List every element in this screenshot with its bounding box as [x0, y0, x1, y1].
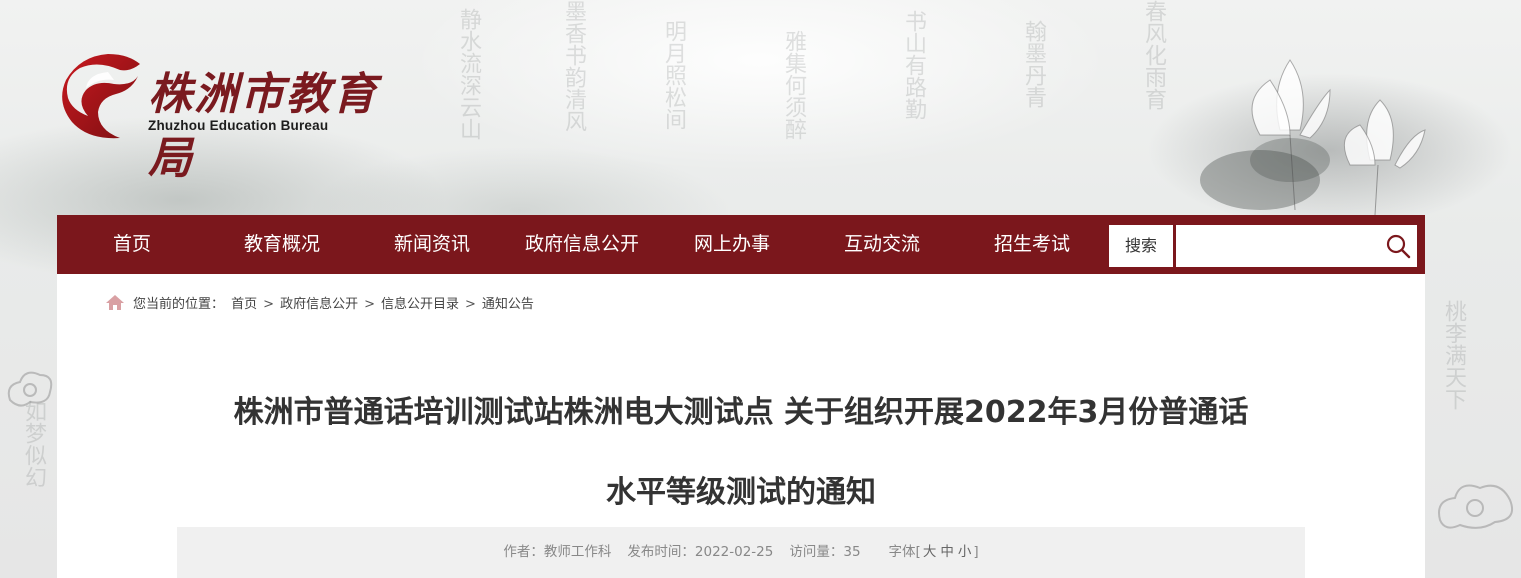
search-label: 搜索 [1109, 225, 1173, 267]
views-label: 访问量： [789, 544, 844, 560]
nav-item-news[interactable]: 新闻资讯 [367, 215, 497, 274]
site-logo[interactable]: 株洲市教育局 Zhuzhou Education Bureau [58, 50, 388, 184]
calligraphy-decoration: 墨香书韵清风 [561, 0, 586, 132]
font-size-close: ] [973, 544, 979, 560]
breadcrumb-item-gov-info[interactable]: 政府信息公开 [280, 297, 358, 312]
views-value: 35 [843, 544, 861, 560]
author-label: 作者： [503, 544, 544, 560]
breadcrumb-item-catalog[interactable]: 信息公开目录 [381, 297, 459, 312]
breadcrumb-item-home[interactable]: 首页 [231, 297, 257, 312]
main-navigation: 首页 教育概况 新闻资讯 政府信息公开 网上办事 互动交流 招生考试 搜索 [57, 215, 1425, 274]
breadcrumb-prefix: 您当前的位置： [133, 297, 225, 312]
cloud-motif-left [7, 371, 53, 407]
font-size-label: 字体[ [888, 544, 921, 560]
calligraphy-decoration: 春风化雨育 [1141, 0, 1166, 110]
breadcrumb-separator: > [465, 297, 476, 312]
nav-item-online-services[interactable]: 网上办事 [667, 215, 797, 274]
breadcrumb-separator: > [364, 297, 375, 312]
calligraphy-decoration: 桃李满天下 [1441, 300, 1466, 410]
font-size-large-button[interactable]: 大 [923, 544, 937, 560]
nav-item-education-overview[interactable]: 教育概况 [217, 215, 347, 274]
date-label: 发布时间： [627, 544, 695, 560]
article-meta-bar: 作者：教师工作科 发布时间：2022-02-25 访问量：35 字体[大中小] [177, 527, 1305, 578]
author-value: 教师工作科 [543, 544, 612, 560]
font-size-medium-button[interactable]: 中 [940, 544, 954, 560]
content-panel: 您当前的位置： 首页 > 政府信息公开 > 信息公开目录 > 通知公告 株洲市普通话培训测试… [57, 274, 1425, 578]
font-size-small-button[interactable]: 小 [958, 544, 972, 560]
nav-item-admissions[interactable]: 招生考试 [967, 215, 1097, 274]
search-input[interactable] [1176, 225, 1417, 267]
cloud-motif-right [1438, 484, 1514, 529]
home-icon [106, 295, 124, 310]
nav-item-gov-info[interactable]: 政府信息公开 [507, 215, 657, 274]
article-title: 株洲市普通话培训测试站株洲电大测试点 关于组织开展2022年3月份普通话 水平等… [157, 358, 1325, 548]
breadcrumb-separator: > [263, 297, 275, 312]
breadcrumb-item-notices[interactable]: 通知公告 [482, 297, 534, 312]
search-icon[interactable] [1385, 233, 1411, 259]
calligraphy-decoration: 明月照松间 [661, 20, 686, 130]
calligraphy-decoration: 静水流深云山 [456, 8, 481, 140]
logo-english-name: Zhuzhou Education Bureau [148, 118, 329, 133]
calligraphy-decoration: 雅集何须醉 [781, 30, 806, 140]
date-value: 2022-02-25 [694, 544, 774, 560]
nav-item-home[interactable]: 首页 [77, 215, 187, 274]
lotus-illustration [1200, 59, 1426, 216]
logo-flame-icon [62, 54, 140, 139]
calligraphy-decoration: 翰墨丹青 [1021, 20, 1046, 108]
nav-item-interaction[interactable]: 互动交流 [817, 215, 947, 274]
breadcrumb: 您当前的位置： 首页 > 政府信息公开 > 信息公开目录 > 通知公告 [105, 294, 534, 314]
calligraphy-decoration: 书山有路勤 [901, 10, 926, 120]
